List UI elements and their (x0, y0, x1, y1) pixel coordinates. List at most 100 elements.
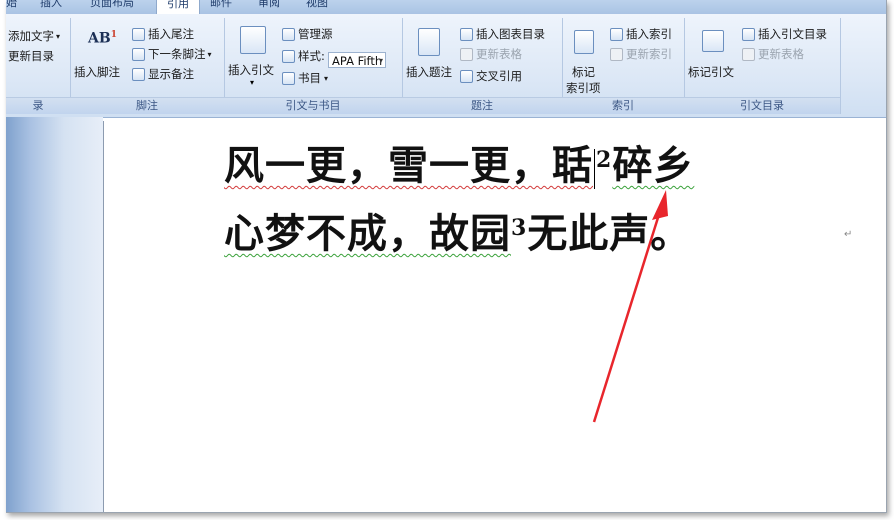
group-label-captions: 题注 (402, 97, 562, 114)
footnote-ref-3[interactable]: 3 (511, 215, 527, 241)
insert-caption-button[interactable]: 插入题注 (404, 22, 456, 92)
update-index-button[interactable]: 更新索引 (610, 46, 672, 62)
group-footnotes: AB1 插入脚注 插入尾注 下一条脚注 ▾ 显示备注 脚注 (70, 18, 225, 114)
mark-citation-button[interactable]: 标记引文 (686, 22, 740, 92)
document-page[interactable]: 风一更，雪一更，聒 2碎乡 心梦不成，故园3无此声。 ↵ (103, 121, 886, 512)
update-table-button[interactable]: 更新表格 (460, 46, 522, 62)
group-index: 标记 索引项 插入索引 更新索引 索引 (562, 18, 685, 114)
tab-home[interactable]: 始 (6, 0, 17, 10)
tab-view[interactable]: 视图 (306, 0, 328, 10)
insert-index-button[interactable]: 插入索引 (610, 26, 672, 42)
cross-reference-button[interactable]: 交叉引用 (460, 68, 522, 84)
mark-entry-button[interactable]: 标记 索引项 (564, 22, 610, 98)
tab-review[interactable]: 审阅 (258, 0, 280, 10)
update-index-icon (610, 47, 623, 61)
tab-mailings[interactable]: 邮件 (210, 0, 232, 10)
document-line-1[interactable]: 风一更，雪一更，聒 2碎乡 (224, 133, 694, 191)
manage-sources-button[interactable]: 管理源 (282, 26, 333, 42)
footnote-icon-sup: 1 (110, 30, 117, 40)
citation-style-value: APA Fifth (332, 54, 383, 68)
group-citations-bibliography: 插入引文 ▾ 管理源 样式: APA Fifth ▾ 书目 ▾ 引文与书目 (224, 18, 403, 114)
endnote-icon (132, 27, 145, 41)
line1-text-b: 碎乡 (612, 142, 695, 189)
group-table-of-authorities: 标记引文 插入引文目录 更新表格 引文目录 (684, 18, 841, 114)
line2-text-b: 无此声。 (527, 210, 692, 257)
chevron-down-icon: ▾ (207, 49, 212, 59)
chevron-down-icon: ▾ (378, 56, 383, 65)
insert-endnote-button[interactable]: 插入尾注 (132, 26, 194, 42)
tab-references[interactable]: 引用 (156, 0, 200, 14)
cross-reference-label: 交叉引用 (476, 69, 522, 83)
style-label: 样式: (282, 48, 325, 64)
insert-caption-label: 插入题注 (406, 65, 452, 79)
next-footnote-label: 下一条脚注 (148, 47, 206, 61)
group-label-toc: 录 (6, 97, 70, 114)
insert-caption-icon (418, 28, 440, 56)
insert-table-of-authorities-label: 插入引文目录 (758, 27, 827, 41)
chevron-down-icon: ▾ (250, 78, 255, 87)
update-toc-button[interactable]: 更新目录 (8, 48, 54, 64)
word-window: 始 插入 页面布局 引用 邮件 审阅 视图 添加文字 ▾ 更新目录 录 AB1 (6, 0, 887, 513)
update-table-label: 更新表格 (476, 47, 522, 61)
insert-citation-label: 插入引文 (228, 63, 274, 77)
show-notes-icon (132, 67, 145, 81)
insert-footnote-button[interactable]: AB1 插入脚注 (74, 22, 130, 84)
update-index-label: 更新索引 (626, 47, 672, 61)
chevron-down-icon: ▾ (56, 31, 61, 41)
mark-entry-label-2: 索引项 (566, 81, 601, 95)
table-of-figures-icon (460, 27, 473, 41)
citation-style-select[interactable]: APA Fifth ▾ (328, 52, 386, 68)
manage-sources-label: 管理源 (298, 27, 333, 41)
next-footnote-icon (132, 47, 145, 61)
insert-citation-icon (240, 26, 266, 54)
insert-table-of-figures-button[interactable]: 插入图表目录 (460, 26, 545, 42)
mark-citation-label: 标记引文 (688, 65, 734, 79)
add-text-label: 添加文字 (8, 29, 54, 43)
update-authorities-label: 更新表格 (758, 47, 804, 61)
group-label-index: 索引 (562, 97, 684, 114)
group-table-of-contents: 添加文字 ▾ 更新目录 录 (6, 18, 71, 114)
footnote-icon-text: AB (88, 30, 111, 47)
insert-citation-button[interactable]: 插入引文 ▾ (228, 22, 278, 92)
tab-page-layout[interactable]: 页面布局 (90, 0, 134, 10)
group-label-footnotes: 脚注 (70, 97, 224, 114)
table-of-authorities-icon (742, 27, 755, 41)
insert-table-of-authorities-button[interactable]: 插入引文目录 (742, 26, 827, 42)
footnote-ref-2[interactable]: 2 (596, 147, 612, 173)
line1-text-a: 风一更，雪一更，聒 (224, 142, 593, 189)
chevron-down-icon: ▾ (324, 73, 329, 83)
group-label-citations: 引文与书目 (224, 97, 402, 114)
insert-index-label: 插入索引 (626, 27, 672, 41)
cross-reference-icon (460, 69, 473, 83)
group-label-authorities: 引文目录 (684, 97, 840, 114)
insert-table-of-figures-label: 插入图表目录 (476, 27, 545, 41)
ribbon-tab-bar: 始 插入 页面布局 引用 邮件 审阅 视图 (6, 0, 886, 14)
next-footnote-button[interactable]: 下一条脚注 ▾ (132, 46, 212, 62)
update-authorities-icon (742, 47, 755, 61)
insert-index-icon (610, 27, 623, 41)
left-pane (6, 117, 103, 512)
bibliography-button[interactable]: 书目 ▾ (282, 70, 328, 86)
show-notes-label: 显示备注 (148, 67, 194, 81)
document-line-2[interactable]: 心梦不成，故园3无此声。 (224, 201, 691, 259)
tab-insert[interactable]: 插入 (40, 0, 62, 10)
ribbon: 添加文字 ▾ 更新目录 录 AB1 插入脚注 插入尾注 下一条脚注 ▾ 显示备注… (6, 14, 886, 118)
show-notes-button[interactable]: 显示备注 (132, 66, 194, 82)
insert-footnote-label: 插入脚注 (74, 65, 120, 79)
bibliography-icon (282, 71, 295, 85)
style-icon (282, 49, 295, 63)
mark-citation-icon (702, 30, 724, 52)
mark-entry-label-1: 标记 (572, 65, 595, 79)
style-label-text: 样式: (298, 49, 325, 63)
add-text-button[interactable]: 添加文字 ▾ (8, 28, 60, 44)
manage-sources-icon (282, 27, 295, 41)
bibliography-label: 书目 (298, 71, 321, 85)
insert-endnote-label: 插入尾注 (148, 27, 194, 41)
update-toc-label: 更新目录 (8, 49, 54, 63)
footnote-icon: AB1 (88, 30, 117, 47)
paragraph-mark: ↵ (844, 229, 853, 240)
line2-text-a: 心梦不成，故园 (224, 210, 511, 257)
update-table-icon (460, 47, 473, 61)
text-cursor (594, 149, 595, 189)
update-authorities-table-button[interactable]: 更新表格 (742, 46, 804, 62)
